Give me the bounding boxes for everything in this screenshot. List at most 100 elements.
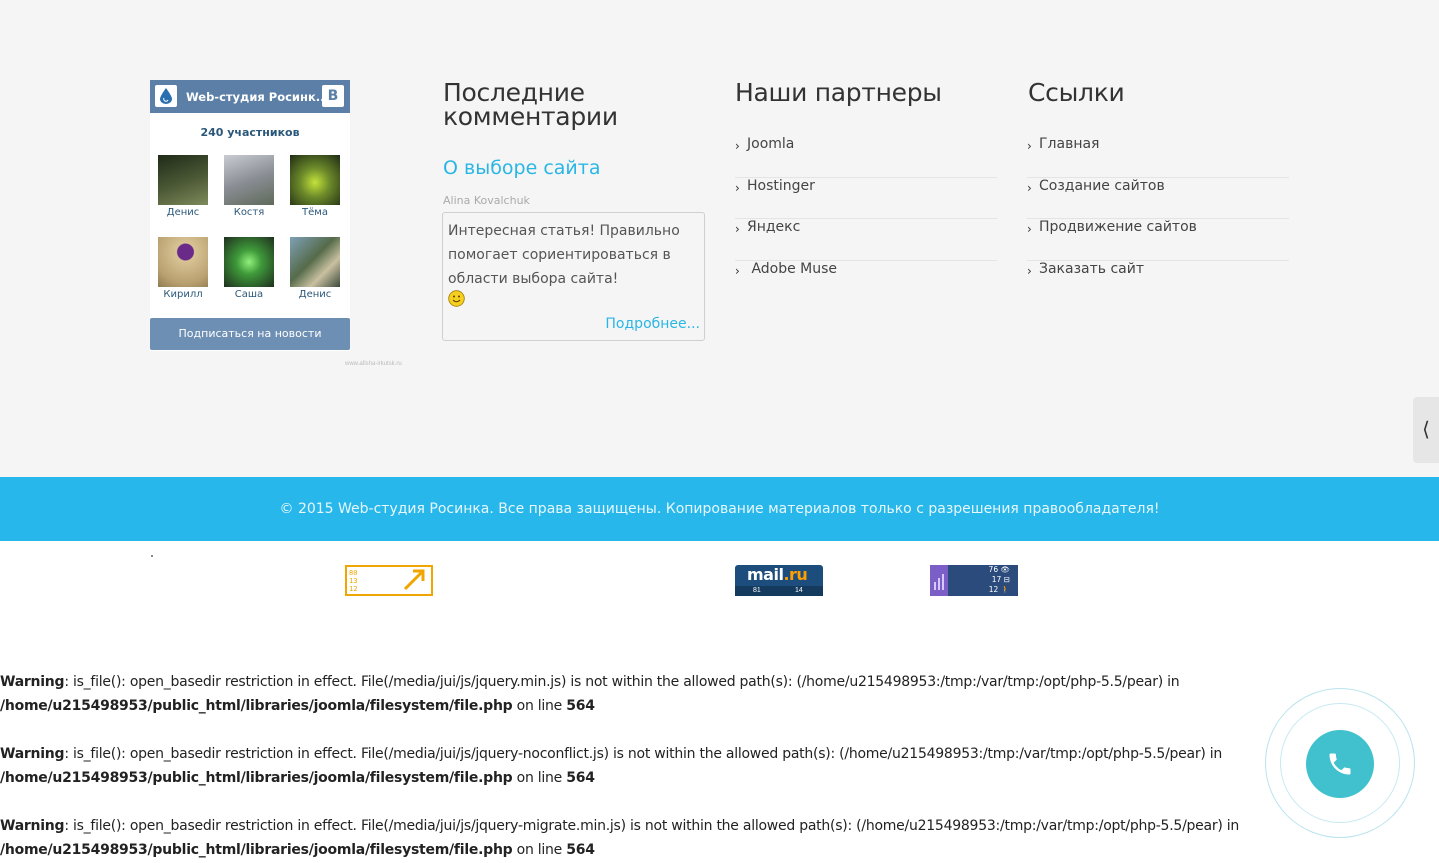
- nav-link-home[interactable]: › Главная: [1027, 136, 1289, 178]
- warning-on-line: on line: [512, 842, 567, 858]
- comment-author: Alina Kovalchuk: [443, 194, 530, 207]
- comment-read-more-link[interactable]: Подробнее...: [605, 316, 700, 332]
- yandex-metrika-logo-icon: [930, 565, 948, 596]
- vk-member-photo[interactable]: [290, 155, 340, 205]
- chevron-right-icon: ›: [1027, 264, 1032, 279]
- vk-member[interactable]: Кирилл: [158, 237, 208, 300]
- smiley-icon: [448, 290, 465, 307]
- widget-watermark[interactable]: www.afisha-irkutsk.ru: [345, 361, 402, 367]
- vk-widget-header[interactable]: Web-студия Росинк... B: [150, 80, 350, 113]
- partner-link-joomla[interactable]: › Joomla: [735, 136, 997, 178]
- vk-member-name[interactable]: Кирилл: [158, 289, 208, 300]
- warning-line-number: 564: [566, 698, 595, 714]
- vk-member-photo[interactable]: [224, 237, 274, 287]
- yandex-metrika-visitors: 12 🚶: [988, 585, 1010, 594]
- yandex-metrika-counter[interactable]: 76 👁 17 ⊟ 12 🚶: [930, 565, 1018, 596]
- comments-title-line: комментарии: [443, 102, 618, 131]
- php-warning: Warning: is_file(): open_basedir restric…: [0, 670, 1439, 718]
- comments-title: Последние комментарии: [443, 80, 618, 131]
- dot-marker: [151, 555, 153, 557]
- chevron-right-icon: ›: [735, 222, 740, 237]
- nav-link-label[interactable]: Продвижение сайтов: [1039, 219, 1197, 235]
- comment-text: Интересная статья! Правильно помогает со…: [448, 223, 680, 287]
- vk-logo-icon[interactable]: B: [322, 85, 344, 107]
- warning-on-line: on line: [512, 770, 567, 786]
- chevron-right-icon: ›: [1027, 222, 1032, 237]
- warning-path: /home/u215498953/public_html/libraries/j…: [0, 770, 513, 786]
- chevron-right-icon: ›: [735, 139, 740, 153]
- vk-widget-title[interactable]: Web-студия Росинк...: [186, 90, 329, 104]
- footer-widgets: Web-студия Росинк... B 240 участников Де…: [0, 0, 1439, 477]
- chevron-right-icon: ›: [735, 180, 740, 195]
- partner-link-label[interactable]: Joomla: [747, 136, 794, 152]
- comment-box: Интересная статья! Правильно помогает со…: [442, 212, 705, 341]
- phone-icon: [1329, 753, 1351, 775]
- warning-message: : is_file(): open_basedir restriction in…: [64, 674, 1180, 690]
- chevron-right-icon: ›: [1027, 180, 1032, 195]
- mailru-value: 81: [753, 587, 761, 594]
- nav-link-site-creation[interactable]: › Создание сайтов: [1027, 178, 1289, 220]
- vk-member-name[interactable]: Денис: [290, 289, 340, 300]
- vk-member[interactable]: Тёма: [290, 155, 340, 218]
- partner-link-label[interactable]: Adobe Muse: [747, 261, 837, 277]
- mailru-logo: mail.ru: [747, 565, 808, 584]
- mailru-counter[interactable]: mail.ru 81 14: [735, 565, 823, 596]
- nav-link-order-site[interactable]: › Заказать сайт: [1027, 261, 1289, 303]
- vk-member[interactable]: Саша: [224, 237, 274, 300]
- chevron-right-icon: ›: [1027, 139, 1032, 153]
- vk-member-name[interactable]: Денис: [158, 207, 208, 218]
- chevron-right-icon: ›: [735, 264, 740, 279]
- warning-path: /home/u215498953/public_html/libraries/j…: [0, 698, 513, 714]
- links-list: › Главная › Создание сайтов › Продвижение с…: [1027, 136, 1289, 303]
- vk-member[interactable]: Денис: [290, 237, 340, 300]
- nav-link-label[interactable]: Главная: [1039, 136, 1099, 152]
- nav-link-label[interactable]: Заказать сайт: [1039, 261, 1144, 277]
- vk-member-name[interactable]: Тёма: [290, 207, 340, 218]
- warning-line-number: 564: [566, 842, 595, 858]
- partner-link-label[interactable]: Hostinger: [747, 178, 815, 194]
- warning-label: Warning: [0, 746, 65, 762]
- vk-members-count[interactable]: 240 участников: [150, 126, 350, 139]
- php-warning: Warning: is_file(): open_basedir restric…: [0, 814, 1439, 862]
- callback-button[interactable]: [1306, 730, 1374, 798]
- warning-on-line: on line: [512, 698, 567, 714]
- copyright-bar: © 2015 Web-студия Росинка. Все права защ…: [0, 477, 1439, 541]
- warning-message: : is_file(): open_basedir restriction in…: [64, 746, 1223, 762]
- warning-label: Warning: [0, 818, 65, 834]
- php-warning: Warning: is_file(): open_basedir restric…: [0, 742, 1439, 790]
- warning-line-number: 564: [566, 770, 595, 786]
- vk-subscribe-button[interactable]: Подписаться на новости: [150, 318, 350, 350]
- rosinka-logo-icon: [155, 85, 177, 107]
- svg-text:12: 12: [349, 585, 357, 593]
- links-title: Ссылки: [1028, 78, 1125, 107]
- svg-text:80: 80: [349, 569, 357, 577]
- liveinternet-counter[interactable]: 80 13 12: [345, 565, 433, 596]
- svg-text:13: 13: [349, 577, 357, 585]
- liveinternet-counter-icon: 801312: [349, 569, 425, 593]
- nav-link-label[interactable]: Создание сайтов: [1039, 178, 1165, 194]
- vk-member-photo[interactable]: [224, 155, 274, 205]
- partner-link-hostinger[interactable]: › Hostinger: [735, 178, 997, 220]
- mailru-tld-text: .ru: [783, 565, 808, 584]
- partner-link-adobe-muse[interactable]: › Adobe Muse: [735, 261, 997, 303]
- nav-link-site-promotion[interactable]: › Продвижение сайтов: [1027, 219, 1289, 262]
- warning-path: /home/u215498953/public_html/libraries/j…: [0, 842, 513, 858]
- vk-community-widget: Web-студия Росинк... B 240 участников Де…: [150, 80, 350, 351]
- side-panel-toggle[interactable]: ⟨: [1413, 397, 1439, 463]
- mailru-value: 14: [795, 587, 803, 594]
- partners-list: › Joomla › Hostinger › Яндекс › Adobe Muse: [735, 136, 997, 303]
- vk-member[interactable]: Костя: [224, 155, 274, 218]
- vk-member-name[interactable]: Саша: [224, 289, 274, 300]
- vk-member-photo[interactable]: [158, 155, 208, 205]
- vk-member[interactable]: Денис: [158, 155, 208, 218]
- mailru-counter-values: 81 14: [735, 586, 823, 596]
- yandex-metrika-views: 76 👁: [988, 565, 1010, 574]
- partners-title: Наши партнеры: [735, 78, 942, 107]
- comment-post-link[interactable]: О выборе сайта: [443, 157, 600, 179]
- partner-link-yandex[interactable]: › Яндекс: [735, 219, 997, 262]
- mailru-brand-text: mail: [747, 565, 784, 584]
- vk-member-photo[interactable]: [158, 237, 208, 287]
- vk-member-photo[interactable]: [290, 237, 340, 287]
- vk-member-name[interactable]: Костя: [224, 207, 274, 218]
- partner-link-label[interactable]: Яндекс: [747, 219, 800, 235]
